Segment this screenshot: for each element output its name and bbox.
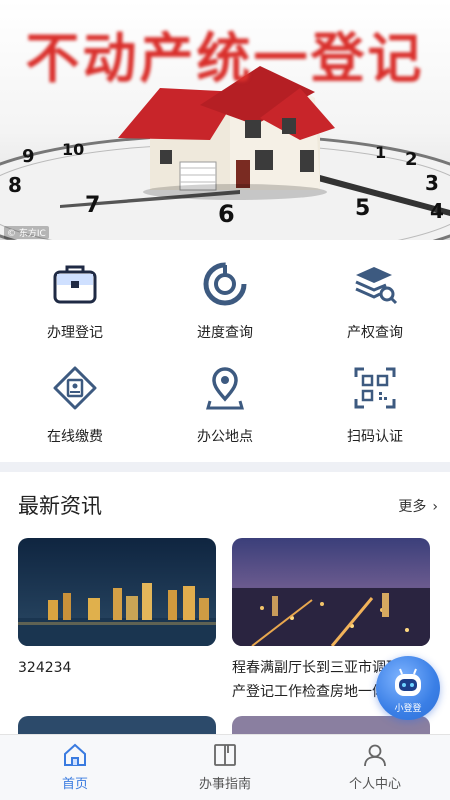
- section-divider: [0, 462, 450, 472]
- news-thumbnail: [18, 538, 216, 646]
- grid-item-label: 进度查询: [197, 325, 253, 341]
- book-icon: [214, 744, 236, 766]
- news-header: 最新资讯 更多 ›: [18, 490, 438, 524]
- news-caption: 324234: [18, 660, 72, 676]
- tab-label: 个人中心: [348, 777, 401, 792]
- grid-item-label: 办理登记: [47, 325, 103, 341]
- grid-item-label: 办公地点: [197, 429, 253, 445]
- clock-numeral: 2: [405, 149, 418, 170]
- grid-item-label: 在线缴费: [47, 429, 103, 445]
- clock-numeral: 4: [430, 199, 444, 223]
- news-more-link[interactable]: 更多 ›: [398, 496, 438, 516]
- grid-item-label: 扫码认证: [347, 429, 403, 445]
- bottom-tab-bar: 首页 办事指南 个人中心: [0, 734, 450, 800]
- clock-numeral: 1: [375, 143, 386, 162]
- banner-watermark: © 东方IC: [4, 226, 49, 239]
- clock-numeral: 7: [85, 193, 100, 218]
- function-grid: 办理登记 进度查询 产权查询 在线缴费 办公地点 扫码认证: [0, 250, 450, 460]
- tab-profile[interactable]: 个人中心: [300, 735, 450, 800]
- location-icon: [201, 364, 249, 412]
- clock-numeral: 10: [62, 140, 84, 159]
- tab-label: 首页: [61, 777, 88, 792]
- assistant-bubble[interactable]: 小登登: [376, 656, 440, 720]
- clock-numeral: 3: [425, 171, 439, 195]
- briefcase-icon: [51, 260, 99, 308]
- clock-numeral: 8: [8, 173, 22, 197]
- grid-item-property-query[interactable]: 产权查询: [300, 250, 450, 350]
- tab-guide[interactable]: 办事指南: [150, 735, 300, 800]
- clock-numeral: 5: [355, 196, 370, 221]
- tab-label: 办事指南: [198, 777, 251, 792]
- news-card[interactable]: 324234: [18, 538, 216, 680]
- news-card-partial[interactable]: [18, 716, 216, 736]
- news-more-label: 更多: [398, 499, 427, 515]
- assistant-label: 小登登: [394, 704, 422, 714]
- progress-icon: [201, 260, 249, 308]
- user-icon: [364, 744, 386, 767]
- grid-item-office-location[interactable]: 办公地点: [150, 354, 300, 454]
- clock-numeral: 6: [218, 200, 235, 228]
- clock-numeral: 9: [22, 146, 35, 167]
- grid-item-qr-scan[interactable]: 扫码认证: [300, 354, 450, 454]
- grid-item-progress[interactable]: 进度查询: [150, 250, 300, 350]
- tab-home[interactable]: 首页: [0, 735, 150, 800]
- grid-item-label: 产权查询: [347, 325, 403, 341]
- qr-scan-icon: [351, 364, 399, 412]
- banner[interactable]: 8 9 10 1 2 3 4 5 6 7 不动产统一登记 © 东方IC: [0, 0, 450, 240]
- payment-icon: [51, 364, 99, 412]
- grid-item-payment[interactable]: 在线缴费: [0, 354, 150, 454]
- stack-search-icon: [351, 260, 399, 308]
- home-icon: [64, 743, 86, 766]
- app-root: 8 9 10 1 2 3 4 5 6 7 不动产统一登记 © 东方IC 办理登记…: [0, 0, 450, 800]
- grid-item-register[interactable]: 办理登记: [0, 250, 150, 350]
- banner-title: 不动产统一登记: [25, 26, 425, 90]
- news-thumbnail: [232, 538, 430, 646]
- news-section-title: 最新资讯: [18, 494, 102, 518]
- chevron-right-icon: ›: [432, 499, 438, 515]
